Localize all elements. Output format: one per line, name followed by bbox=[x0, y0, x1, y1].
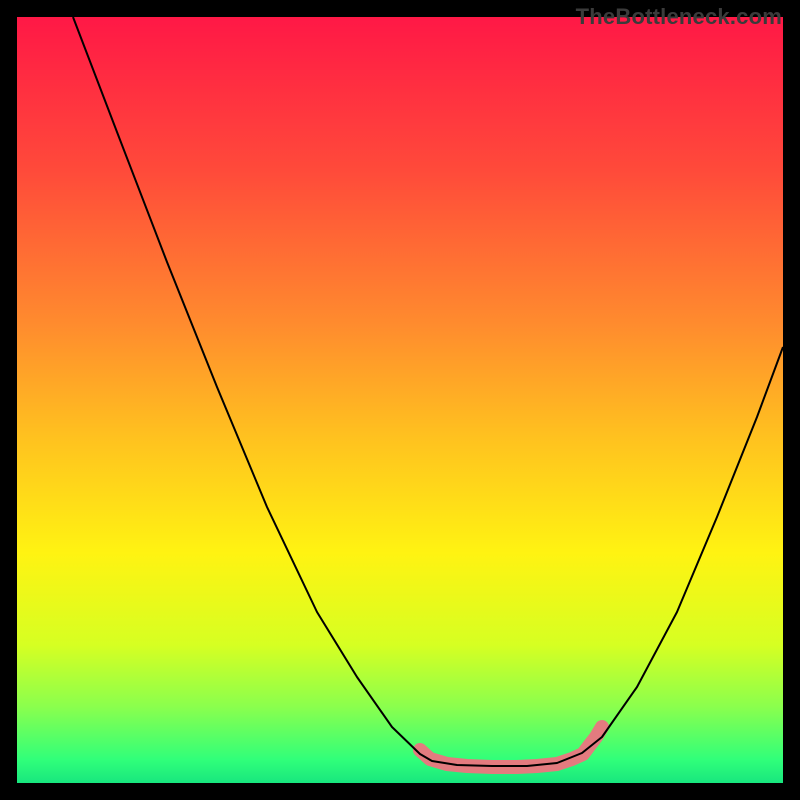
plot-area bbox=[17, 17, 783, 783]
highlight-band bbox=[420, 727, 602, 767]
bottleneck-curve bbox=[73, 17, 783, 766]
watermark-text: TheBottleneck.com bbox=[576, 4, 782, 30]
chart-stage: TheBottleneck.com bbox=[0, 0, 800, 800]
curve-layer bbox=[17, 17, 783, 783]
